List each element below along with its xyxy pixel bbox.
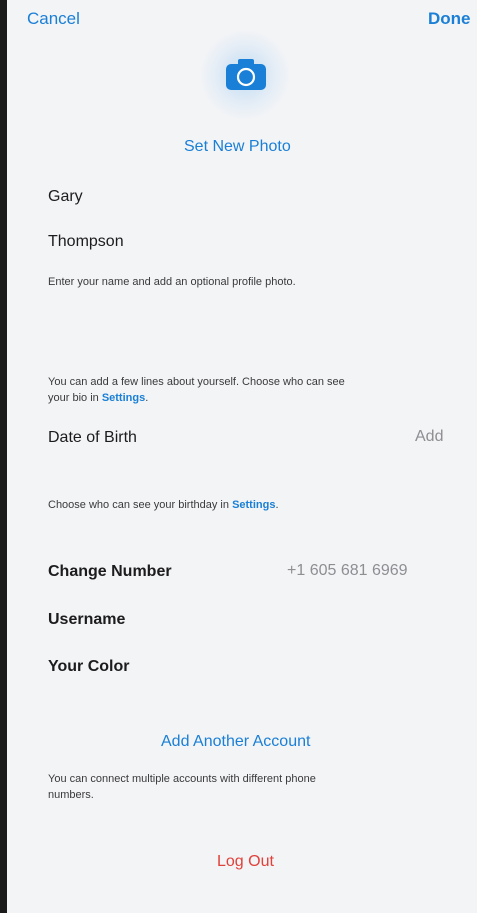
bio-input[interactable] — [40, 316, 460, 356]
username-label[interactable]: Username — [48, 611, 125, 629]
camera-icon[interactable] — [225, 57, 267, 91]
done-button[interactable]: Done — [428, 9, 471, 29]
first-name-field[interactable]: Gary — [48, 188, 83, 206]
log-out-button[interactable]: Log Out — [217, 853, 274, 871]
name-hint: Enter your name and add an optional prof… — [48, 276, 296, 288]
your-color-label[interactable]: Your Color — [48, 658, 129, 676]
add-account-hint-line: You can connect multiple accounts with d… — [48, 773, 316, 785]
date-of-birth-add-button[interactable]: Add — [415, 428, 443, 446]
screen-edge — [0, 0, 7, 913]
birthday-hint-suffix: . — [275, 499, 279, 511]
phone-number-value[interactable]: +1 605 681 6969 — [287, 562, 408, 580]
bio-settings-link[interactable]: Settings — [102, 392, 145, 404]
add-another-account-button[interactable]: Add Another Account — [161, 733, 310, 751]
bio-hint: You can add a few lines about yourself. … — [48, 374, 345, 406]
birthday-hint-prefix: Choose who can see your birthday in — [48, 499, 233, 511]
add-account-hint: You can connect multiple accounts with d… — [48, 771, 316, 803]
birthday-hint: Choose who can see your birthday in Sett… — [48, 497, 279, 513]
change-number-label[interactable]: Change Number — [48, 563, 172, 581]
birthday-settings-link[interactable]: Settings — [232, 499, 275, 511]
bio-hint-line: your bio in Settings. — [48, 390, 345, 406]
cancel-button[interactable]: Cancel — [27, 9, 80, 29]
set-new-photo-button[interactable]: Set New Photo — [184, 138, 291, 156]
bio-hint-prefix: your bio in — [48, 392, 102, 404]
bio-hint-suffix: . — [145, 392, 149, 404]
date-of-birth-label[interactable]: Date of Birth — [48, 429, 137, 447]
last-name-field[interactable]: Thompson — [48, 233, 124, 251]
bio-hint-line: You can add a few lines about yourself. … — [48, 376, 345, 388]
add-account-hint-line: numbers. — [48, 789, 94, 801]
